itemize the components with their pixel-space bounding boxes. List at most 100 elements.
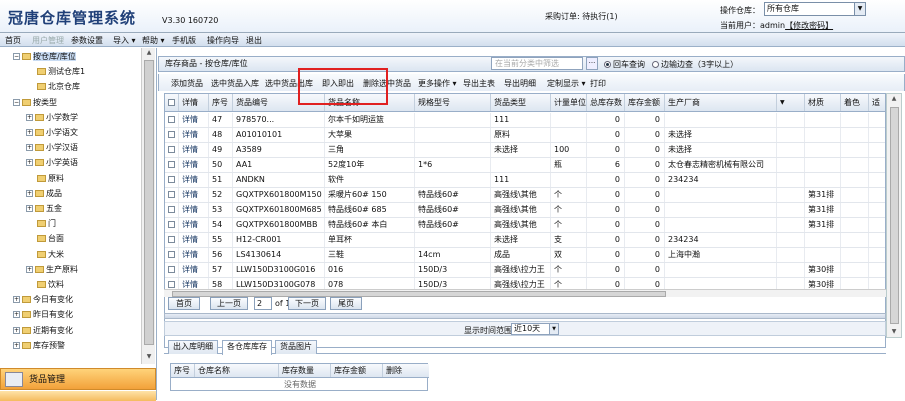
tree-node[interactable]: 原料	[26, 172, 64, 185]
cell-select[interactable]	[165, 248, 179, 262]
tree-node[interactable]: + 小学英语	[26, 156, 78, 169]
row-checkbox[interactable]	[168, 206, 175, 213]
row-checkbox[interactable]	[168, 266, 175, 273]
cell-detail[interactable]: 详情	[179, 113, 209, 127]
expand-icon[interactable]: +	[26, 205, 33, 212]
expand-icon[interactable]: +	[26, 144, 33, 152]
table-row[interactable]: 详情 57 LLW150D3100G016 016 150D/3 高强线\拉力王个 0 0 第3…	[165, 263, 885, 278]
cell-select[interactable]	[165, 128, 179, 142]
more-actions-menu[interactable]: 更多操作 ▾	[418, 78, 457, 89]
expand-icon[interactable]: +	[26, 113, 33, 121]
export-detail-button[interactable]: 导出明细	[504, 78, 536, 89]
last-page-button[interactable]: 尾页	[330, 297, 362, 310]
table-row[interactable]: 详情 55 H12-CR001 单耳杯 未选择支 0 0 234234	[165, 233, 885, 248]
cell-detail[interactable]: 详情	[179, 248, 209, 262]
table-row[interactable]: 详情 56 LS4130614 三鞋 14cm 成品双 0 0 上海中瀚	[165, 248, 885, 263]
col-header-stock[interactable]: 总库存数	[587, 94, 625, 111]
sidebar-scrollbar[interactable]: ▲ ▼	[141, 48, 155, 364]
table-row[interactable]: 详情 54 GQXTPX601800MBB 特品线60# 本白 特品线60# 高强线\其他…	[165, 218, 885, 233]
cell-select[interactable]	[165, 203, 179, 217]
tab-goods-image[interactable]: 货品图片	[275, 340, 317, 354]
menu-help[interactable]: 帮助 ▾	[142, 35, 165, 46]
tree-node[interactable]: + 成品	[26, 187, 62, 200]
tree-node[interactable]: − 按仓库/库位	[13, 50, 76, 63]
row-checkbox[interactable]	[168, 221, 175, 228]
table-row[interactable]: 详情 53 GQXTPX601800M685 特品线60# 685 特品线60# 高强线\…	[165, 203, 885, 218]
cell-detail[interactable]: 详情	[179, 263, 209, 277]
tree-node[interactable]: 台面	[26, 232, 64, 245]
menu-import[interactable]: 导入 ▾	[113, 35, 136, 46]
cell-select[interactable]	[165, 143, 179, 157]
scroll-up-icon[interactable]: ▲	[142, 48, 156, 58]
tree-node[interactable]: 测试仓库1	[26, 65, 85, 78]
cell-select[interactable]	[165, 113, 179, 127]
menu-exit[interactable]: 退出	[246, 35, 262, 46]
cell-detail[interactable]: 详情	[179, 218, 209, 232]
radio-live-query[interactable]: 边输边查（3字以上）	[652, 59, 738, 70]
page-number-input[interactable]: 2	[254, 297, 272, 310]
table-row[interactable]: 详情 51 ANDKN 软件 111 0 0 234234	[165, 173, 885, 188]
splitter[interactable]	[164, 313, 886, 319]
cell-detail[interactable]: 详情	[179, 143, 209, 157]
custom-display-menu[interactable]: 定制显示 ▾	[547, 78, 586, 89]
table-row[interactable]: 详情 50 AA1 52度10年 1*6 瓶 6 0 太仓春志精密机械有限公司	[165, 158, 885, 173]
col-header-unit[interactable]: 计量单位	[551, 94, 587, 111]
row-checkbox[interactable]	[168, 251, 175, 258]
cell-select[interactable]	[165, 173, 179, 187]
tab-warehouse-stock[interactable]: 各仓库库存	[222, 340, 272, 355]
col-header-color[interactable]: 着色	[841, 94, 869, 111]
time-range-select[interactable]: 近10天 ▼	[511, 323, 559, 335]
filter-input[interactable]: 在当前分类中筛选	[491, 57, 583, 70]
next-page-button[interactable]: 下一页	[288, 297, 326, 310]
scroll-down-icon[interactable]: ▼	[142, 352, 156, 362]
col-header-maker[interactable]: 生产厂商	[665, 94, 777, 111]
tree-node[interactable]: + 近期有变化	[13, 324, 73, 337]
tree-node[interactable]: + 小学数学	[26, 111, 78, 124]
stock-in-button[interactable]: 选中货品入库	[211, 78, 259, 89]
cell-detail[interactable]: 详情	[179, 158, 209, 172]
cell-select[interactable]	[165, 218, 179, 232]
warehouse-select[interactable]: 所有仓库 ▼	[764, 2, 866, 16]
tab-inout-detail[interactable]: 出入库明细	[168, 340, 218, 354]
radio-enter-query[interactable]: 回车查询	[604, 59, 645, 70]
col-header-spec[interactable]: 规格型号	[415, 94, 491, 111]
expand-icon[interactable]: +	[26, 159, 33, 167]
row-checkbox[interactable]	[168, 161, 175, 168]
row-checkbox[interactable]	[168, 146, 175, 153]
menu-guide[interactable]: 操作向导	[207, 35, 239, 46]
add-goods-button[interactable]: 添加货品	[171, 78, 203, 89]
cell-select[interactable]	[165, 233, 179, 247]
prev-page-button[interactable]: 上一页	[210, 297, 248, 310]
tree-node[interactable]: + 小学语文	[26, 126, 78, 139]
tree-node[interactable]: + 小学汉语	[26, 141, 78, 154]
tree-node[interactable]: − 按类型	[13, 96, 57, 109]
col-header-detail[interactable]: 详情	[179, 94, 209, 111]
table-row[interactable]: 详情 49 A3589 三角 未选择 100 0 0 未选择	[165, 143, 885, 158]
col-header-select[interactable]	[165, 94, 179, 111]
tree-node[interactable]: + 今日有变化	[13, 293, 73, 306]
cell-detail[interactable]: 详情	[179, 188, 209, 202]
col-header-material[interactable]: 材质	[805, 94, 841, 111]
print-button[interactable]: 打印	[590, 78, 606, 89]
row-checkbox[interactable]	[168, 191, 175, 198]
tree-node[interactable]: + 五金	[26, 202, 62, 215]
export-main-button[interactable]: 导出主表	[463, 78, 495, 89]
tree-node[interactable]: + 库存预警	[13, 339, 65, 352]
tree-node[interactable]: 北京仓库	[26, 80, 80, 93]
tree-node[interactable]: + 生产原料	[26, 263, 78, 276]
scroll-down-icon[interactable]: ▼	[887, 327, 901, 337]
tree-node[interactable]: 饮料	[26, 278, 64, 291]
row-checkbox[interactable]	[168, 116, 175, 123]
row-checkbox[interactable]	[168, 281, 175, 288]
col-header-no[interactable]: 序号	[209, 94, 233, 111]
cell-select[interactable]	[165, 263, 179, 277]
collapse-icon[interactable]: −	[13, 53, 20, 60]
cell-select[interactable]	[165, 158, 179, 172]
expand-icon[interactable]: +	[26, 265, 33, 273]
grid-scroll-thumb[interactable]	[890, 107, 899, 324]
cell-detail[interactable]: 详情	[179, 173, 209, 187]
filter-button[interactable]: ···	[586, 57, 598, 70]
sidebar-scroll-thumb[interactable]	[144, 60, 154, 345]
expand-icon[interactable]: +	[26, 189, 33, 197]
menu-settings[interactable]: 参数设置	[71, 35, 103, 46]
